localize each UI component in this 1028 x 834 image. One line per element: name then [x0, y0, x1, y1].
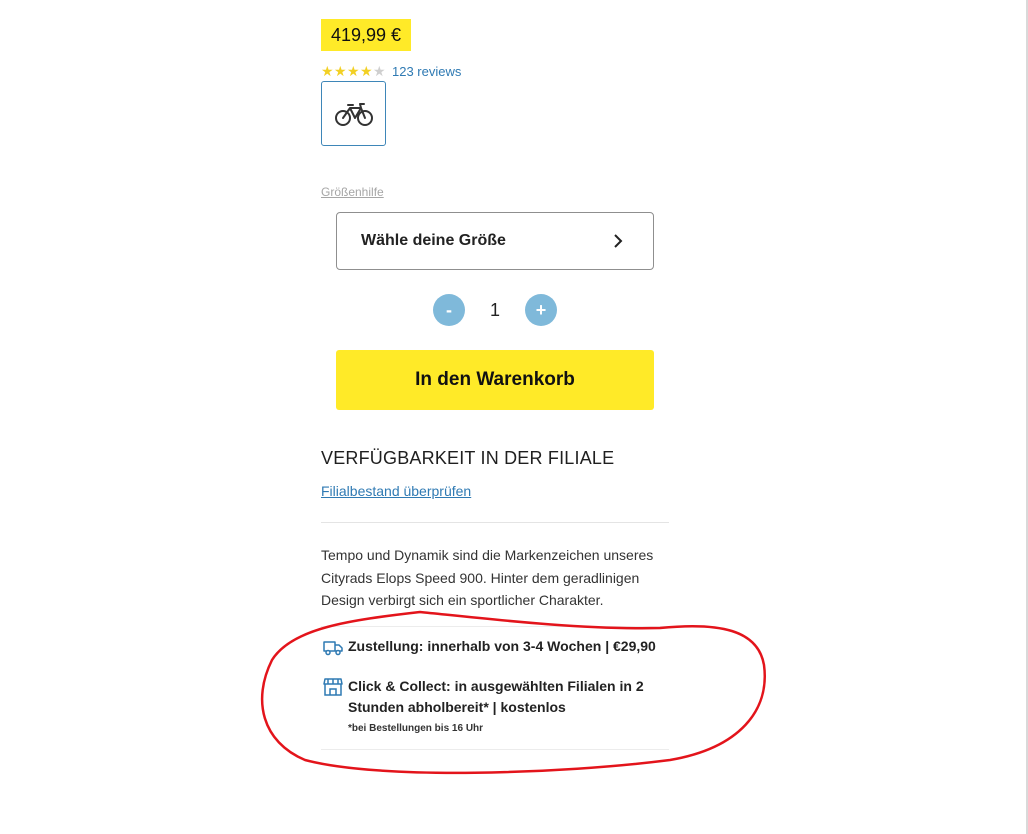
star-half-icon: ★ — [373, 63, 386, 79]
delivery-option: Zustellung: innerhalb von 3-4 Wochen | €… — [323, 636, 669, 657]
size-help-link[interactable]: Größenhilfe — [321, 185, 384, 199]
shipping-info: Zustellung: innerhalb von 3-4 Wochen | €… — [323, 636, 669, 734]
star-icon: ★ — [360, 63, 373, 79]
size-selector-label: Wähle deine Größe — [361, 232, 506, 249]
size-selector[interactable]: Wähle deine Größe — [336, 212, 654, 270]
quantity-stepper: - 1 + — [433, 294, 557, 326]
reviews-link[interactable]: 123 reviews — [392, 64, 461, 79]
click-collect-text: Click & Collect: in ausgewählten Filiale… — [348, 678, 644, 715]
product-description: Tempo und Dynamik sind die Markenzeichen… — [321, 547, 654, 608]
star-icon: ★ — [347, 63, 360, 79]
product-rating: ★ ★ ★ ★ ★ 123 reviews — [321, 62, 461, 80]
price-tag: 419,99 € — [321, 19, 411, 51]
divider — [321, 626, 669, 627]
bicycle-icon — [334, 102, 373, 126]
store-availability-title: VERFÜGBARKEIT IN DER FILIALE — [321, 448, 615, 468]
delivery-text: Zustellung: innerhalb von 3-4 Wochen | €… — [348, 638, 656, 654]
quantity-increase-button[interactable]: + — [525, 294, 557, 326]
chevron-right-icon — [614, 234, 623, 248]
divider — [321, 522, 669, 523]
product-thumbnail[interactable] — [321, 81, 386, 146]
add-to-cart-button[interactable]: In den Warenkorb — [336, 350, 654, 410]
delivery-truck-icon — [323, 641, 343, 656]
divider — [321, 749, 669, 750]
store-icon — [323, 678, 343, 696]
quantity-decrease-button[interactable]: - — [433, 294, 465, 326]
rating-stars: ★ ★ ★ ★ ★ — [321, 63, 386, 79]
click-collect-note: *bei Bestellungen bis 16 Uhr — [348, 723, 484, 734]
star-icon: ★ — [334, 63, 347, 79]
check-store-stock-link[interactable]: Filialbestand überprüfen — [321, 483, 471, 499]
quantity-value: 1 — [489, 300, 500, 320]
star-icon: ★ — [321, 63, 334, 79]
click-collect-option: Click & Collect: in ausgewählten Filiale… — [323, 676, 669, 718]
